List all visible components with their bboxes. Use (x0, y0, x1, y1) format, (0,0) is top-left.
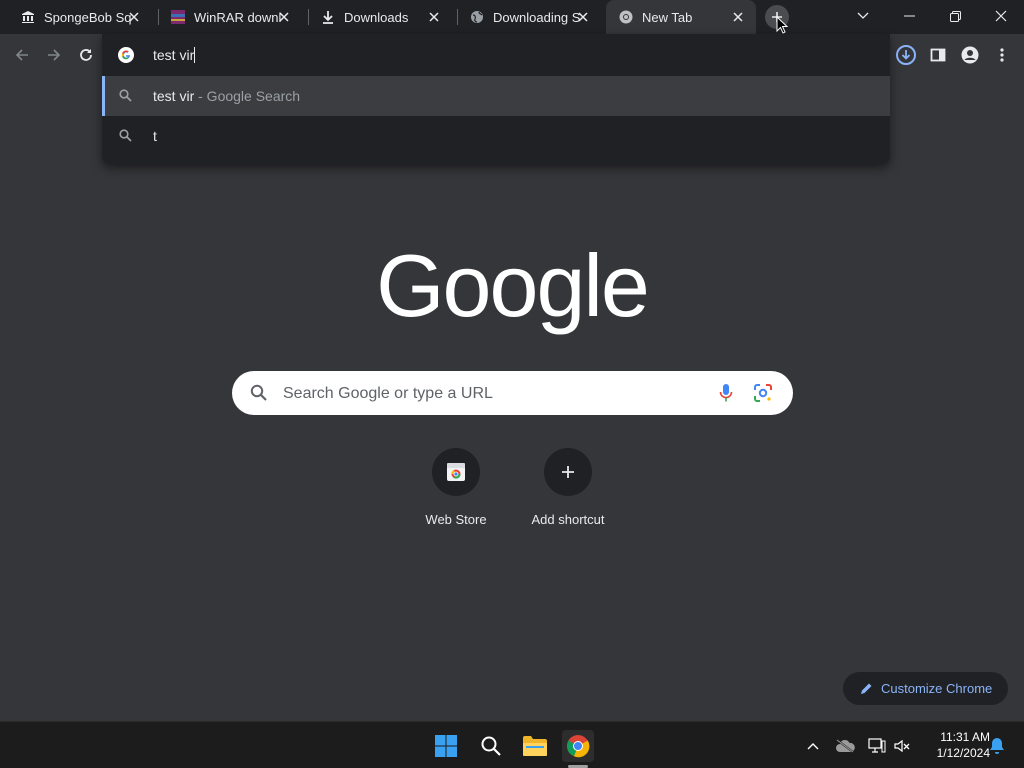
tab-strip: SpongeBob Squ WinRAR downlo Downloads Do… (0, 0, 1024, 34)
close-icon[interactable] (575, 9, 591, 25)
taskbar-search-button[interactable] (475, 730, 507, 762)
google-lens-icon[interactable] (753, 383, 773, 408)
search-icon (481, 736, 501, 756)
customize-label: Customize Chrome (881, 681, 993, 696)
omnibox-input-text: test vir (153, 47, 195, 63)
tab-search-button[interactable] (840, 0, 886, 32)
winrar-icon (170, 9, 186, 25)
pencil-icon (859, 682, 873, 696)
suggestion-item[interactable]: t (102, 116, 890, 156)
windows-taskbar: 11:31 AM 1/12/2024 (0, 721, 1024, 768)
show-hidden-icons-button[interactable] (802, 735, 824, 757)
person-icon (961, 46, 979, 64)
minimize-button[interactable] (886, 0, 932, 32)
system-clock[interactable]: 11:31 AM 1/12/2024 (918, 729, 990, 761)
tab-new-tab[interactable]: New Tab (606, 0, 756, 34)
network-icon[interactable] (866, 735, 888, 757)
menu-button[interactable] (990, 43, 1014, 67)
tab-spongebob[interactable]: SpongeBob Squ (0, 0, 152, 34)
arrow-right-icon (48, 49, 61, 61)
reload-button[interactable] (74, 43, 98, 67)
more-vert-icon (1000, 48, 1004, 62)
omnibox-popup: test vir test vir - Google Search t (102, 34, 890, 164)
close-icon (995, 10, 1007, 22)
chevron-down-icon (857, 12, 869, 19)
tab-title: WinRAR downlo (194, 9, 282, 25)
shortcut-label: Web Store (425, 512, 487, 527)
profile-button[interactable] (958, 43, 982, 67)
download-icon (320, 9, 336, 25)
minimize-icon (903, 15, 915, 17)
chrome-icon (618, 9, 634, 25)
restore-button[interactable] (932, 0, 978, 32)
close-icon[interactable] (126, 9, 142, 25)
google-g-icon (118, 47, 134, 68)
chrome-taskbar-button[interactable] (562, 730, 594, 768)
tab-downloading[interactable]: Downloading S (449, 0, 601, 34)
omnibox-input: test vir (153, 47, 196, 63)
microphone-icon[interactable] (718, 383, 734, 408)
search-placeholder: Search Google or type a URL (283, 385, 493, 402)
download-progress-icon (896, 45, 916, 65)
tab-title: Downloading S (493, 9, 581, 25)
bell-icon (990, 738, 1004, 754)
close-window-button[interactable] (978, 0, 1024, 32)
plus-icon (544, 448, 592, 496)
tab-title: New Tab (642, 9, 693, 25)
suggestion-item[interactable]: test vir - Google Search (102, 76, 890, 116)
start-button[interactable] (430, 730, 462, 762)
restore-icon (949, 10, 961, 22)
clock-date: 1/12/2024 (936, 746, 990, 760)
search-icon (119, 129, 132, 145)
close-icon[interactable] (730, 9, 746, 25)
mouse-cursor-icon (776, 16, 788, 34)
side-panel-button[interactable] (926, 43, 950, 67)
suggestion-text: t (153, 128, 157, 144)
museum-icon (20, 9, 36, 25)
tab-title: Downloads (344, 9, 409, 25)
chevron-up-icon (807, 743, 819, 750)
volume-muted-icon[interactable] (891, 735, 913, 757)
close-icon[interactable] (276, 9, 292, 25)
tab-downloads[interactable]: Downloads (300, 0, 452, 34)
back-button[interactable] (10, 43, 34, 67)
close-icon[interactable] (426, 9, 442, 25)
arrow-left-icon (15, 49, 28, 61)
globe-icon (469, 9, 485, 25)
shortcut-web-store[interactable]: Web Store (400, 448, 512, 527)
side-panel-icon (930, 48, 946, 62)
folder-icon (523, 736, 547, 756)
file-explorer-button[interactable] (519, 730, 551, 762)
reload-icon (80, 49, 92, 61)
downloads-button[interactable] (894, 43, 918, 67)
ntp-search-box[interactable]: Search Google or type a URL (232, 371, 793, 415)
shortcut-label: Add shortcut (531, 512, 605, 527)
tab-winrar[interactable]: WinRAR downlo (150, 0, 302, 34)
text-caret (194, 47, 196, 63)
onedrive-icon[interactable] (834, 735, 856, 757)
google-logo: Google (376, 236, 650, 335)
chrome-icon (566, 735, 590, 758)
suggestion-text: test vir (153, 88, 195, 104)
shortcut-add[interactable]: Add shortcut (512, 448, 624, 527)
omnibox[interactable]: test vir (102, 34, 890, 76)
notifications-button[interactable] (986, 735, 1008, 757)
forward-button[interactable] (42, 43, 66, 67)
search-icon (250, 384, 268, 407)
suggestion-suffix: - Google Search (194, 88, 301, 104)
web-store-icon (432, 448, 480, 496)
windows-logo-icon (435, 735, 457, 757)
clock-time: 11:31 AM (940, 730, 990, 744)
customize-chrome-button[interactable]: Customize Chrome (843, 672, 1008, 705)
tab-title: SpongeBob Squ (44, 9, 132, 25)
search-icon (119, 89, 132, 105)
